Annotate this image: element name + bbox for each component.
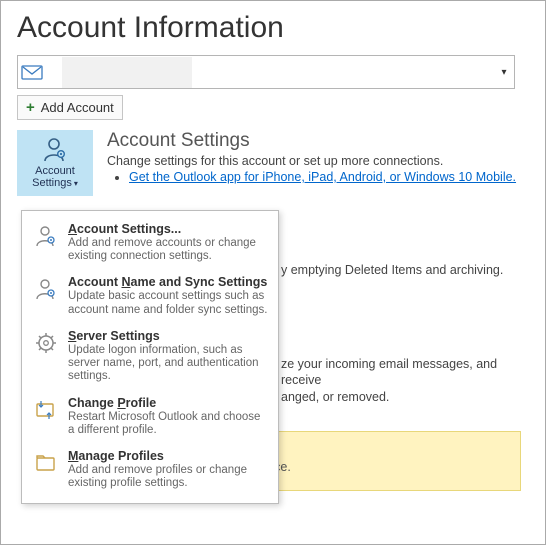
tile-line1: Account (35, 165, 75, 177)
person-gear-icon (32, 275, 60, 316)
account-name-blank (62, 57, 192, 88)
chevron-down-icon: ▾ (74, 179, 78, 188)
menu-server-settings[interactable]: Server Settings Update logon information… (22, 324, 278, 391)
rules-text-fragment: ze your incoming email messages, and rec… (281, 356, 537, 405)
cleanup-text-fragment: y emptying Deleted Items and archiving. (281, 263, 531, 277)
gear-icon (32, 329, 60, 384)
add-account-label: Add Account (41, 100, 114, 115)
folder-swap-icon (32, 396, 60, 437)
page-title: Account Information (17, 11, 529, 45)
chevron-down-icon[interactable]: ▾ (494, 67, 514, 78)
person-gear-icon (41, 136, 69, 165)
section-heading: Account Settings (107, 130, 516, 152)
menu-account-settings[interactable]: Account Settings... Add and remove accou… (22, 217, 278, 270)
menu-manage-profiles[interactable]: Manage Profiles Add and remove profiles … (22, 444, 278, 497)
section-subtext: Change settings for this account or set … (107, 154, 516, 168)
folder-icon (32, 449, 60, 490)
add-account-button[interactable]: + Add Account (17, 95, 123, 120)
mail-icon (18, 56, 46, 88)
account-dropdown[interactable]: ▾ (17, 55, 515, 89)
menu-account-name-sync[interactable]: Account Name and Sync Settings Update ba… (22, 270, 278, 323)
get-app-link[interactable]: Get the Outlook app for iPhone, iPad, An… (129, 170, 516, 184)
tile-line2: Settings (32, 177, 72, 189)
account-settings-menu: Account Settings... Add and remove accou… (21, 210, 279, 504)
plus-icon: + (26, 99, 35, 116)
account-settings-tile[interactable]: Account Settings▾ (17, 130, 93, 196)
person-gear-icon (32, 222, 60, 263)
menu-change-profile[interactable]: Change Profile Restart Microsoft Outlook… (22, 391, 278, 444)
